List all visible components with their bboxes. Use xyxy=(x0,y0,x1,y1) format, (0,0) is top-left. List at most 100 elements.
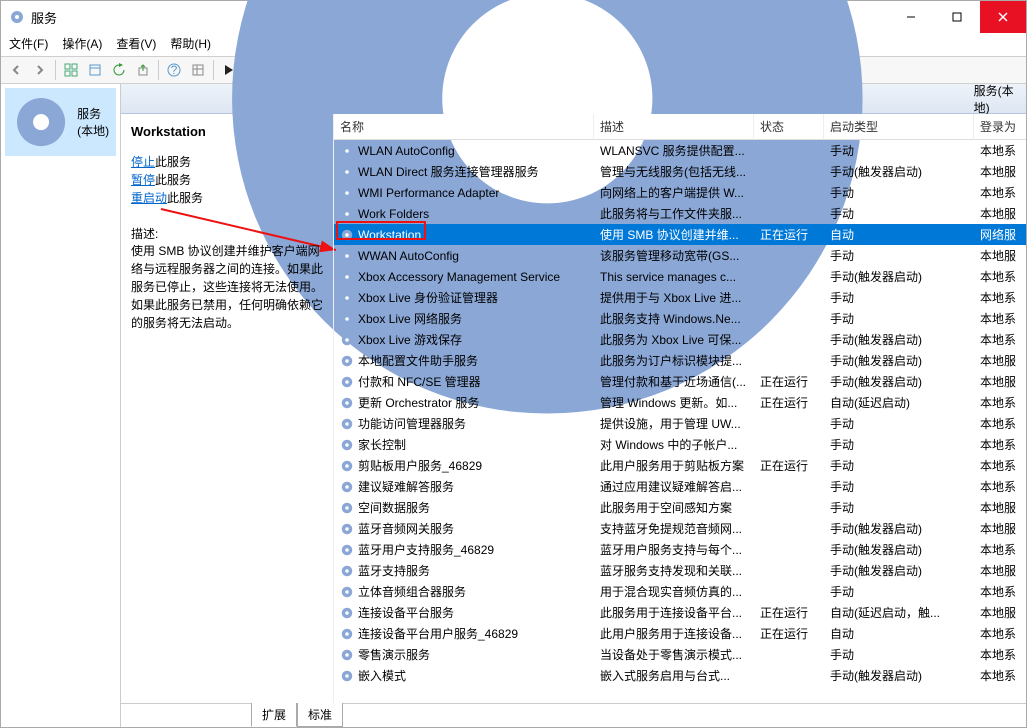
service-startup-cell[interactable]: 自动(延迟启动，触... xyxy=(824,602,974,623)
service-status-cell[interactable] xyxy=(754,245,824,266)
service-name-cell[interactable]: 家长控制 xyxy=(334,434,594,455)
service-status-cell[interactable] xyxy=(754,434,824,455)
properties-button[interactable] xyxy=(84,59,106,81)
service-startup-cell[interactable]: 手动 xyxy=(824,308,974,329)
service-logon-cell[interactable]: 本地系 xyxy=(974,455,1026,476)
forward-button[interactable] xyxy=(29,59,51,81)
service-status-cell[interactable] xyxy=(754,203,824,224)
service-startup-cell[interactable]: 手动 xyxy=(824,644,974,665)
service-startup-cell[interactable]: 手动 xyxy=(824,245,974,266)
service-logon-cell[interactable]: 网络服 xyxy=(974,224,1026,245)
service-desc-cell[interactable]: 通过应用建议疑难解答启... xyxy=(594,476,754,497)
service-logon-cell[interactable]: 本地系 xyxy=(974,623,1026,644)
service-logon-cell[interactable]: 本地服 xyxy=(974,203,1026,224)
service-name-cell[interactable]: 付款和 NFC/SE 管理器 xyxy=(334,371,594,392)
service-logon-cell[interactable]: 本地服 xyxy=(974,602,1026,623)
service-startup-cell[interactable]: 手动(触发器启动) xyxy=(824,371,974,392)
service-desc-cell[interactable]: 此用户服务用于连接设备... xyxy=(594,623,754,644)
service-logon-cell[interactable]: 本地服 xyxy=(974,245,1026,266)
service-name-cell[interactable]: WLAN Direct 服务连接管理器服务 xyxy=(334,161,594,182)
service-status-cell[interactable] xyxy=(754,539,824,560)
service-name-cell[interactable]: 更新 Orchestrator 服务 xyxy=(334,392,594,413)
service-startup-cell[interactable]: 手动(触发器启动) xyxy=(824,266,974,287)
service-name-cell[interactable]: Work Folders xyxy=(334,203,594,224)
service-startup-cell[interactable]: 手动 xyxy=(824,140,974,161)
service-desc-cell[interactable]: 蓝牙用户服务支持与每个... xyxy=(594,539,754,560)
service-logon-cell[interactable]: 本地系 xyxy=(974,434,1026,455)
service-desc-cell[interactable]: 嵌入式服务启用与台式... xyxy=(594,665,754,686)
service-startup-cell[interactable]: 手动(触发器启动) xyxy=(824,350,974,371)
service-startup-cell[interactable]: 自动 xyxy=(824,623,974,644)
col-description[interactable]: 描述 xyxy=(594,114,754,140)
service-name-cell[interactable]: 空间数据服务 xyxy=(334,497,594,518)
close-button[interactable] xyxy=(980,1,1026,33)
grid-button[interactable] xyxy=(60,59,82,81)
service-status-cell[interactable] xyxy=(754,518,824,539)
service-startup-cell[interactable]: 手动 xyxy=(824,581,974,602)
col-name[interactable]: 名称 xyxy=(334,114,594,140)
service-startup-cell[interactable]: 手动(触发器启动) xyxy=(824,665,974,686)
service-desc-cell[interactable]: 管理付款和基于近场通信(... xyxy=(594,371,754,392)
service-logon-cell[interactable]: 本地系 xyxy=(974,392,1026,413)
service-status-cell[interactable]: 正在运行 xyxy=(754,371,824,392)
service-desc-cell[interactable]: 使用 SMB 协议创建并维... xyxy=(594,224,754,245)
service-desc-cell[interactable]: 此服务为订户标识模块提... xyxy=(594,350,754,371)
service-desc-cell[interactable]: 此服务用于连接设备平台... xyxy=(594,602,754,623)
service-logon-cell[interactable]: 本地系 xyxy=(974,308,1026,329)
service-name-cell[interactable]: 建议疑难解答服务 xyxy=(334,476,594,497)
service-name-cell[interactable]: 蓝牙用户支持服务_46829 xyxy=(334,539,594,560)
service-name-cell[interactable]: WLAN AutoConfig xyxy=(334,140,594,161)
col-status[interactable]: 状态 xyxy=(754,114,824,140)
service-status-cell[interactable] xyxy=(754,560,824,581)
service-status-cell[interactable]: 正在运行 xyxy=(754,455,824,476)
service-status-cell[interactable] xyxy=(754,308,824,329)
service-startup-cell[interactable]: 手动 xyxy=(824,434,974,455)
menu-action[interactable]: 操作(A) xyxy=(62,35,102,52)
service-list[interactable]: 名称 描述 状态 启动类型 登录为 WLAN AutoConfigWLANSVC… xyxy=(333,114,1026,703)
service-logon-cell[interactable]: 本地系 xyxy=(974,140,1026,161)
service-desc-cell[interactable]: This service manages c... xyxy=(594,266,754,287)
service-logon-cell[interactable]: 本地服 xyxy=(974,560,1026,581)
service-desc-cell[interactable]: 蓝牙服务支持发现和关联... xyxy=(594,560,754,581)
service-name-cell[interactable]: 蓝牙音频网关服务 xyxy=(334,518,594,539)
service-desc-cell[interactable]: 此服务为 Xbox Live 可保... xyxy=(594,329,754,350)
service-desc-cell[interactable]: 提供用于与 Xbox Live 进... xyxy=(594,287,754,308)
service-desc-cell[interactable]: 支持蓝牙免提规范音频网... xyxy=(594,518,754,539)
service-logon-cell[interactable]: 本地系 xyxy=(974,413,1026,434)
service-logon-cell[interactable]: 本地服 xyxy=(974,497,1026,518)
service-desc-cell[interactable]: 管理 Windows 更新。如... xyxy=(594,392,754,413)
service-logon-cell[interactable]: 本地系 xyxy=(974,539,1026,560)
col-logon[interactable]: 登录为 xyxy=(974,114,1026,140)
service-startup-cell[interactable]: 手动 xyxy=(824,182,974,203)
service-logon-cell[interactable]: 本地系 xyxy=(974,581,1026,602)
service-desc-cell[interactable]: 此服务用于空间感知方案 xyxy=(594,497,754,518)
service-name-cell[interactable]: 连接设备平台用户服务_46829 xyxy=(334,623,594,644)
service-name-cell[interactable]: WMI Performance Adapter xyxy=(334,182,594,203)
tree-root-services[interactable]: 服务(本地) xyxy=(5,88,116,156)
service-logon-cell[interactable]: 本地系 xyxy=(974,287,1026,308)
tab-standard[interactable]: 标准 xyxy=(297,703,343,727)
service-logon-cell[interactable]: 本地系 xyxy=(974,476,1026,497)
service-name-cell[interactable]: 连接设备平台服务 xyxy=(334,602,594,623)
service-name-cell[interactable]: Xbox Live 网络服务 xyxy=(334,308,594,329)
service-status-cell[interactable] xyxy=(754,476,824,497)
service-status-cell[interactable] xyxy=(754,161,824,182)
service-logon-cell[interactable]: 本地服 xyxy=(974,518,1026,539)
service-desc-cell[interactable]: 提供设施，用于管理 UW... xyxy=(594,413,754,434)
service-name-cell[interactable]: Xbox Live 身份验证管理器 xyxy=(334,287,594,308)
service-status-cell[interactable] xyxy=(754,287,824,308)
service-logon-cell[interactable]: 本地服 xyxy=(974,350,1026,371)
service-status-cell[interactable] xyxy=(754,182,824,203)
service-desc-cell[interactable]: WLANSVC 服务提供配置... xyxy=(594,140,754,161)
service-name-cell[interactable]: 功能访问管理器服务 xyxy=(334,413,594,434)
service-status-cell[interactable] xyxy=(754,140,824,161)
service-logon-cell[interactable]: 本地系 xyxy=(974,644,1026,665)
service-desc-cell[interactable]: 管理与无线服务(包括无线... xyxy=(594,161,754,182)
service-startup-cell[interactable]: 手动(触发器启动) xyxy=(824,329,974,350)
service-startup-cell[interactable]: 手动 xyxy=(824,497,974,518)
service-status-cell[interactable] xyxy=(754,665,824,686)
service-name-cell[interactable]: WWAN AutoConfig xyxy=(334,245,594,266)
service-status-cell[interactable] xyxy=(754,329,824,350)
service-startup-cell[interactable]: 自动(延迟启动) xyxy=(824,392,974,413)
service-logon-cell[interactable]: 本地服 xyxy=(974,161,1026,182)
